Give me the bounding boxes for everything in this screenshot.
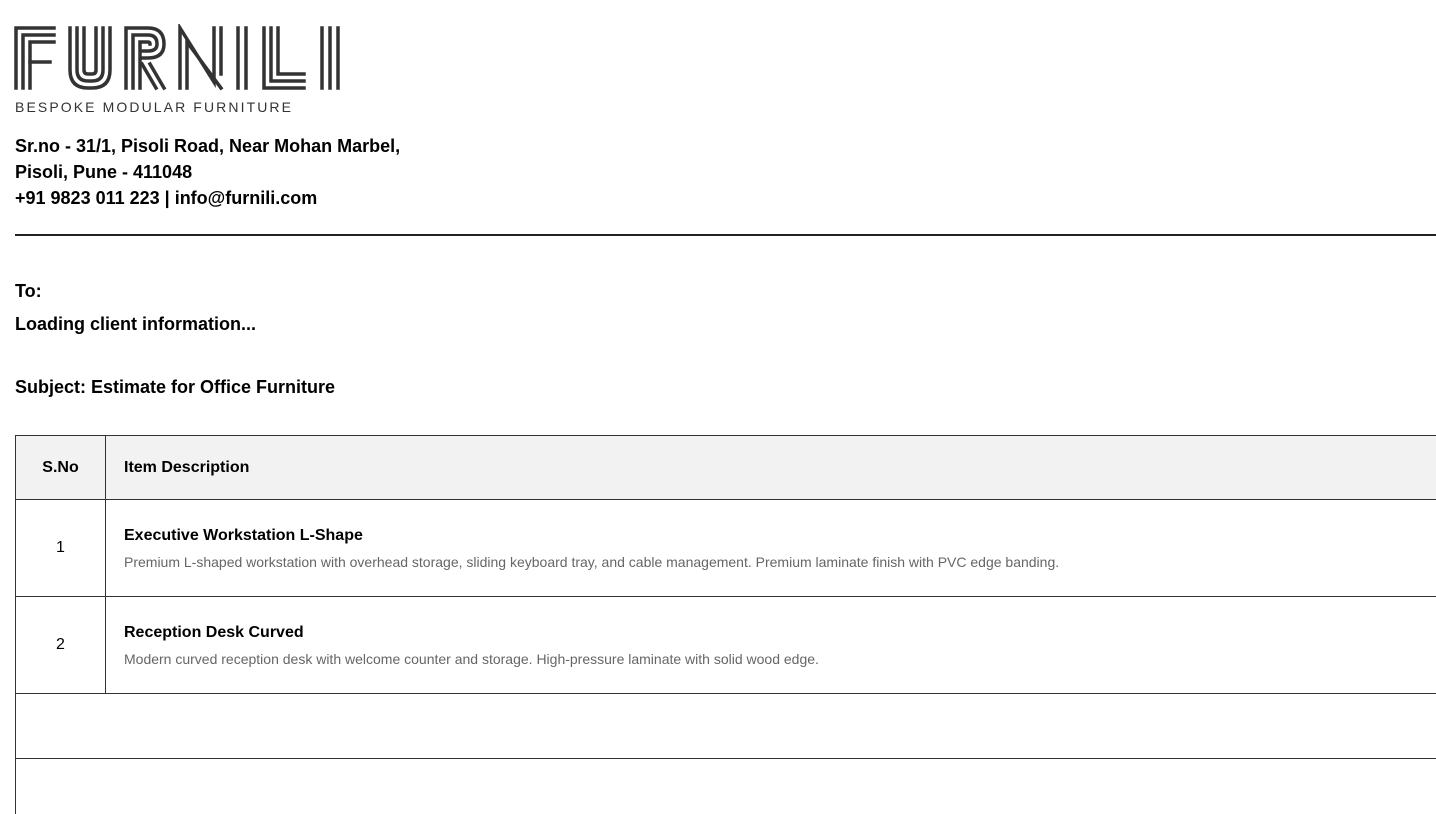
column-header-sno: S.No bbox=[15, 435, 106, 500]
address-line-1: Sr.no - 31/1, Pisoli Road, Near Mohan Ma… bbox=[15, 136, 401, 156]
table-empty-row bbox=[15, 758, 1436, 814]
table-row: 2 Reception Desk Curved Modern curved re… bbox=[15, 596, 1436, 694]
row-description-cell: Reception Desk Curved Modern curved rece… bbox=[105, 596, 1436, 694]
row-sno: 1 bbox=[15, 499, 106, 597]
client-info: Loading client information... bbox=[15, 314, 256, 334]
estimate-page: BESPOKE MODULAR FURNITURE Sr.no - 31/1, … bbox=[0, 0, 1436, 814]
brand-tagline: BESPOKE MODULAR FURNITURE bbox=[15, 99, 294, 115]
company-address: Sr.no - 31/1, Pisoli Road, Near Mohan Ma… bbox=[15, 133, 400, 211]
item-name: Executive Workstation L-Shape bbox=[124, 526, 363, 544]
empty-cell bbox=[15, 758, 1436, 814]
estimate-subject: Subject: Estimate for Office Furniture bbox=[15, 377, 336, 397]
recipient-label: To: bbox=[15, 281, 42, 301]
table-header-row: S.No Item Description bbox=[15, 435, 1436, 500]
address-line-2: Pisoli, Pune - 411048 bbox=[15, 162, 193, 182]
table-empty-row bbox=[15, 693, 1436, 759]
company-contact: +91 9823 011 223 | info@furnili.com bbox=[15, 188, 318, 208]
table-row: 1 Executive Workstation L-Shape Premium … bbox=[15, 499, 1436, 597]
furnili-logo-mark bbox=[14, 24, 340, 91]
item-name: Reception Desk Curved bbox=[124, 623, 304, 641]
header-divider bbox=[15, 234, 1436, 236]
empty-cell bbox=[15, 693, 1436, 759]
items-table: S.No Item Description 1 Executive Workst… bbox=[15, 435, 1436, 814]
column-header-description: Item Description bbox=[105, 435, 1436, 500]
row-description-cell: Executive Workstation L-Shape Premium L-… bbox=[105, 499, 1436, 597]
item-description: Premium L-shaped workstation with overhe… bbox=[124, 553, 1060, 570]
item-description: Modern curved reception desk with welcom… bbox=[124, 650, 819, 667]
row-sno: 2 bbox=[15, 596, 106, 694]
